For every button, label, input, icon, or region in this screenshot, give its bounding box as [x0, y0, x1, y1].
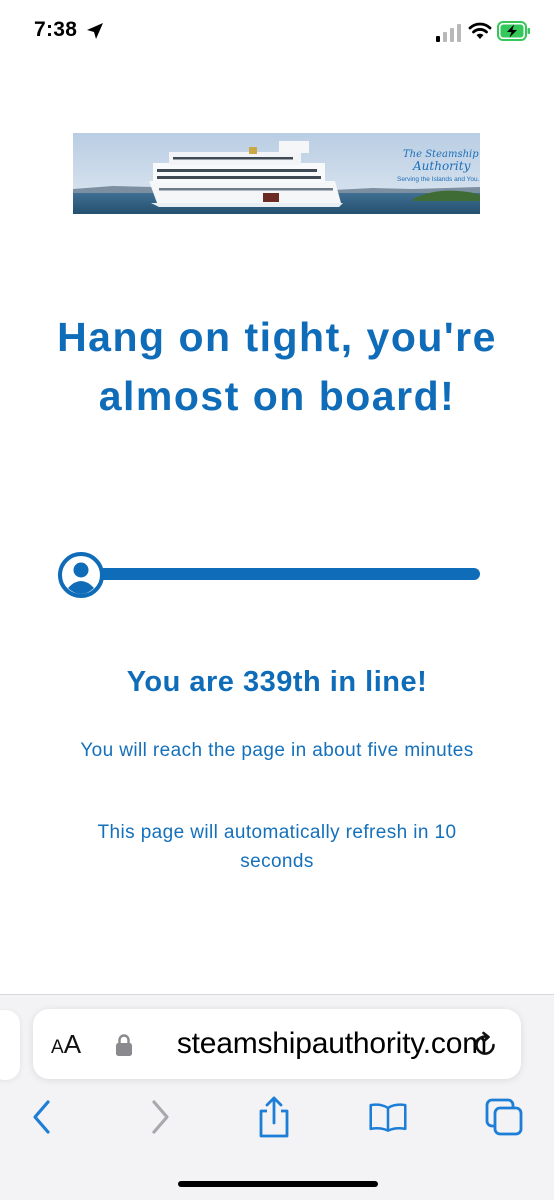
status-bar: 7:38: [0, 0, 554, 70]
browser-toolbar: AA steamshipauthority.com: [0, 994, 554, 1200]
status-time: 7:38: [34, 18, 78, 41]
share-button[interactable]: [254, 1095, 294, 1139]
user-avatar-icon: [58, 552, 104, 598]
forward-chevron-icon: [152, 1100, 169, 1134]
url-text: steamshipauthority.com: [176, 1027, 487, 1060]
eta-message: You will reach the page in about five mi…: [80, 740, 474, 761]
page-headline: Hang on tight, you're almost on board!: [57, 314, 497, 419]
refresh-message: This page will automatically refresh in …: [97, 822, 457, 872]
lock-icon: [116, 1034, 132, 1056]
back-button[interactable]: [22, 1095, 62, 1139]
svg-text:Serving the Islands and You.: Serving the Islands and You.: [397, 176, 480, 183]
queue-progress-bar: [58, 552, 482, 598]
previous-tab-edge[interactable]: [0, 1010, 20, 1080]
battery-charging-icon: [497, 21, 530, 41]
cellular-signal-icon: [436, 24, 461, 42]
location-arrow-icon: [87, 23, 103, 39]
reload-icon[interactable]: [471, 1031, 499, 1059]
svg-text:Authority: Authority: [412, 159, 471, 173]
share-icon: [259, 1096, 289, 1138]
queue-position: You are 339th in line!: [126, 666, 428, 698]
back-chevron-icon: [33, 1100, 50, 1134]
address-bar[interactable]: AA steamshipauthority.com: [33, 1009, 521, 1079]
reader-text-size-button[interactable]: AA: [51, 1029, 81, 1060]
home-indicator: [178, 1181, 378, 1187]
forward-button[interactable]: [140, 1095, 180, 1139]
steamship-banner-image: The Steamship Authority Serving the Isla…: [73, 133, 480, 214]
tabs-icon: [485, 1098, 523, 1136]
bookmarks-button[interactable]: [368, 1095, 408, 1139]
url-field[interactable]: steamshipauthority.com: [137, 1009, 487, 1079]
tabs-button[interactable]: [484, 1095, 524, 1139]
wifi-icon: [468, 22, 492, 39]
book-icon: [369, 1103, 407, 1132]
progress-track: [98, 568, 480, 580]
